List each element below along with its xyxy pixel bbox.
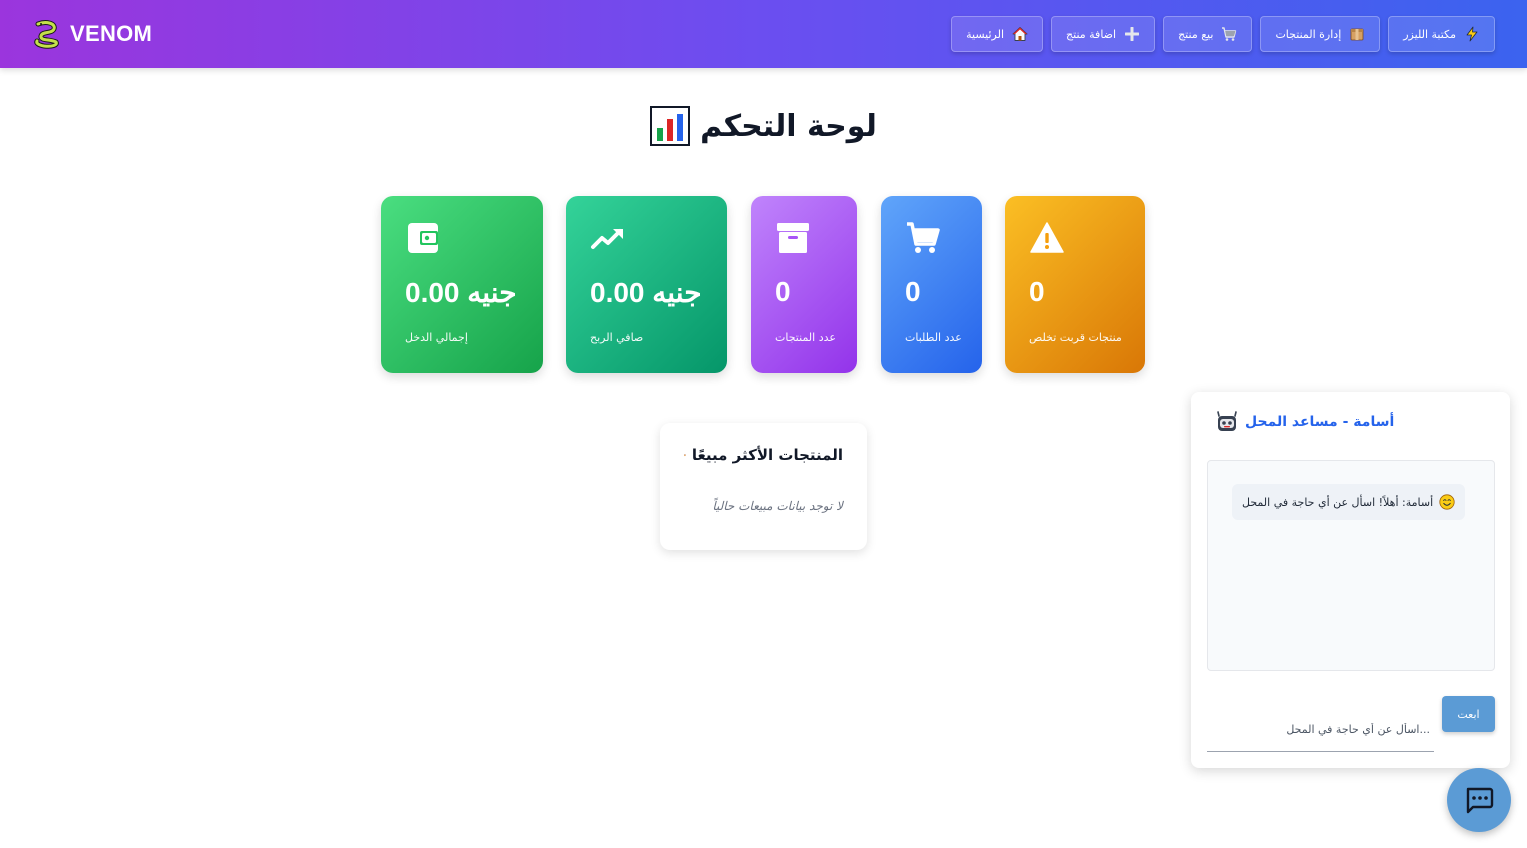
nav-add-product[interactable]: اضافة منتج (1051, 16, 1156, 52)
brand-name: VENOM (70, 21, 153, 46)
page-title: لوحة التحكم (700, 108, 877, 144)
stat-card-profit: 0.00 جنيه صافي الربح (566, 196, 727, 373)
stat-card-low-stock: 0 منتجات قربت تخلص (1005, 196, 1145, 373)
assistant-input[interactable] (1207, 708, 1434, 752)
nav-label: بيع منتج (1178, 27, 1214, 41)
stat-label: صافي الربح (590, 331, 644, 344)
lightning-icon (1466, 26, 1478, 42)
nav-home[interactable]: الرئيسية (951, 16, 1044, 52)
wallet-icon (408, 223, 438, 253)
snake-icon (34, 20, 59, 49)
nav-label: الرئيسية (966, 27, 1005, 41)
main-nav: مكتبة الليزر إدارة المنتجات بيع منتج اضا… (951, 16, 1495, 52)
stat-label: منتجات قربت تخلص (1029, 331, 1122, 344)
nav-label: اضافة منتج (1066, 27, 1117, 41)
smile-icon (1439, 494, 1455, 510)
stat-label: عدد المنتجات (775, 331, 836, 344)
chat-icon (1466, 787, 1494, 814)
assistant-header: أسامة - مساعد المحل (1215, 410, 1394, 434)
nav-label: إدارة المنتجات (1275, 27, 1342, 41)
nav-sell-product[interactable]: بيع منتج (1163, 16, 1253, 52)
assistant-chat-log[interactable]: أسامة: أهلاً! اسأل عن أي حاجة في المحل (1207, 460, 1495, 671)
message-text: أسامة: أهلاً! اسأل عن أي حاجة في المحل (1242, 495, 1434, 509)
assistant-send-button[interactable]: ابعت (1442, 696, 1495, 732)
archive-icon (777, 223, 809, 253)
stat-value: 0 (775, 276, 791, 307)
assistant-title: أسامة - مساعد المحل (1245, 414, 1395, 430)
nav-manage-products[interactable]: إدارة المنتجات (1260, 16, 1381, 52)
top-products-header: المنتجات الأكثر مبيعًا (684, 443, 843, 467)
cart-icon (907, 222, 940, 253)
top-products-empty: لا توجد بيانات مبيعات حالياً (712, 499, 843, 513)
top-navbar: VENOM مكتبة الليزر إدارة المنتجات بيع من… (0, 0, 1527, 68)
assistant-welcome-message: أسامة: أهلاً! اسأل عن أي حاجة في المحل (1232, 484, 1466, 520)
top-products-title: المنتجات الأكثر مبيعًا (691, 446, 843, 464)
brand[interactable]: VENOM (32, 16, 152, 52)
stat-value: 0 (1029, 276, 1045, 307)
stat-card-income: 0.00 جنيه إجمالي الدخل (381, 196, 543, 373)
stat-card-products: 0 عدد المنتجات (751, 196, 857, 373)
robot-icon (1217, 411, 1237, 431)
page-title-row: لوحة التحكم (0, 106, 1527, 146)
stat-value: 0.00 جنيه (590, 277, 702, 308)
chat-fab-button[interactable] (1447, 768, 1511, 832)
bar-chart-icon (650, 106, 691, 146)
box-icon (1350, 28, 1364, 41)
fire-icon (684, 453, 686, 457)
stat-value: 0 (905, 276, 921, 307)
plus-icon (1125, 27, 1140, 41)
stat-value: 0.00 جنيه (405, 277, 517, 308)
stat-card-orders: 0 عدد الطلبات (881, 196, 982, 373)
cart-icon (1222, 27, 1237, 41)
assistant-panel: أسامة - مساعد المحل أسامة: أهلاً! اسأل ع… (1191, 392, 1510, 768)
nav-label: مكتبة الليزر (1403, 27, 1456, 41)
nav-laser-library[interactable]: مكتبة الليزر (1388, 16, 1495, 52)
trending-up-icon (591, 229, 623, 249)
stat-label: إجمالي الدخل (405, 331, 468, 344)
top-products-card: المنتجات الأكثر مبيعًا لا توجد بيانات مب… (660, 423, 867, 550)
warning-icon (1030, 222, 1064, 253)
home-icon (1012, 27, 1028, 41)
stat-label: عدد الطلبات (905, 331, 962, 344)
